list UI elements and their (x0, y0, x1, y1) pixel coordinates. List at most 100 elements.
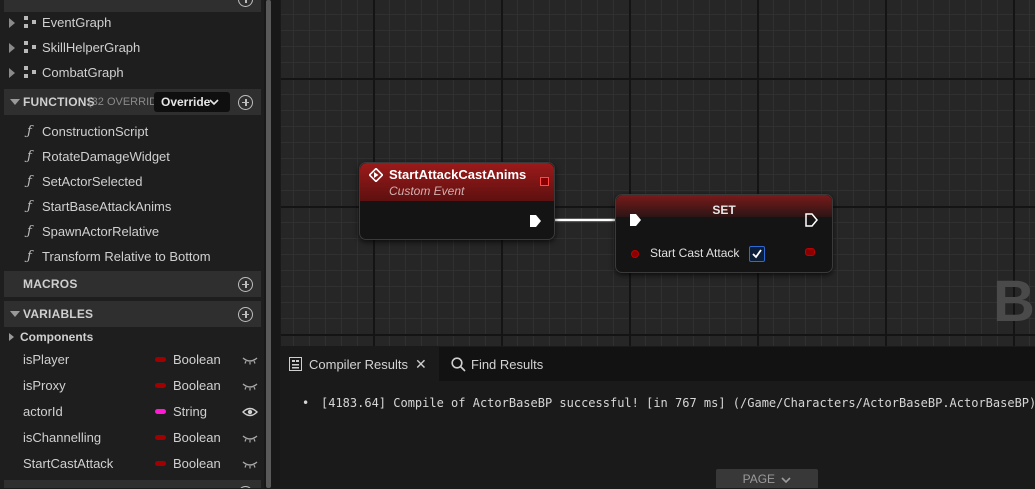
graph-item-combatgraph[interactable]: CombatGraph (0, 60, 262, 85)
macros-section-header[interactable]: MACROS (4, 271, 261, 297)
graph-icon (24, 16, 37, 29)
function-name: RotateDamageWidget (42, 149, 170, 164)
delegate-pin[interactable] (540, 177, 549, 186)
compiler-results-icon (289, 357, 302, 371)
section-label: VARIABLES (23, 307, 94, 321)
expand-arrow-icon[interactable] (9, 17, 15, 28)
chevron-down-icon (209, 99, 219, 106)
add-variable-icon[interactable] (238, 306, 253, 322)
function-item[interactable]: ƒ StartBaseAttackAnims (0, 194, 262, 219)
variable-type[interactable]: Boolean (173, 352, 221, 367)
function-name: ConstructionScript (42, 124, 149, 139)
variables-section-header[interactable]: VARIABLES (4, 301, 261, 327)
node-subtitle: Custom Event (389, 184, 465, 198)
variable-category-components[interactable]: Components (0, 325, 262, 349)
expand-arrow-icon[interactable] (9, 67, 15, 78)
variable-name: isProxy (23, 378, 66, 393)
construction-function-icon: ƒ (27, 124, 32, 139)
bullet-icon: • (302, 396, 310, 410)
eye-closed-icon[interactable] (242, 433, 258, 443)
custom-event-node[interactable]: StartAttackCastAnims Custom Event (359, 162, 555, 240)
bottom-dock: Compiler Results ✕ Find Results • [4183.… (281, 347, 1035, 488)
function-item[interactable]: ƒ SetActorSelected (0, 169, 262, 194)
start-cast-attack-checkbox[interactable] (749, 246, 765, 262)
category-label: Components (20, 330, 94, 344)
variable-type-pill-icon (155, 461, 166, 466)
override-count: (32 OVERRIDA (88, 96, 154, 108)
graph-item-skillhelpergraph[interactable]: SkillHelperGraph (0, 35, 262, 60)
function-icon: ƒ (27, 249, 32, 264)
graph-name: CombatGraph (42, 65, 124, 80)
log-text: [4183.64] Compile of ActorBaseBP success… (321, 396, 1035, 410)
set-variable-node[interactable]: SET Start Cast Attack (615, 194, 833, 273)
variable-item[interactable]: isPlayer Boolean (0, 347, 262, 372)
eye-closed-icon[interactable] (242, 381, 258, 391)
variable-type[interactable]: Boolean (173, 456, 221, 471)
collapse-arrow-icon[interactable] (10, 99, 20, 105)
function-item[interactable]: ƒ RotateDamageWidget (0, 144, 262, 169)
next-section-header[interactable] (4, 480, 261, 488)
exec-out-pin[interactable] (529, 214, 542, 228)
expand-arrow-icon[interactable] (9, 42, 15, 53)
add-macro-icon[interactable] (238, 276, 253, 292)
exec-out-pin[interactable] (805, 213, 818, 227)
eye-closed-icon[interactable] (242, 355, 258, 365)
custom-event-icon (369, 168, 383, 182)
scrollbar-thumb[interactable] (266, 0, 271, 488)
variable-name: isPlayer (23, 352, 70, 367)
tab-find-results[interactable]: Find Results (441, 347, 561, 381)
variable-item[interactable]: isProxy Boolean (0, 373, 262, 398)
variable-item[interactable]: actorId String (0, 399, 262, 424)
function-item[interactable]: ƒ SpawnActorRelative (0, 219, 262, 244)
node-title: SET (712, 203, 736, 217)
functions-section-header[interactable]: FUNCTIONS (32 OVERRIDA Override (4, 89, 261, 115)
close-icon[interactable]: ✕ (415, 356, 427, 373)
page-dropdown[interactable]: PAGE (716, 469, 818, 488)
tab-bar: Compiler Results ✕ Find Results (281, 347, 1035, 381)
variable-name: StartCastAttack (23, 456, 114, 471)
variable-item[interactable]: isChannelling Boolean (0, 425, 262, 450)
function-icon: ƒ (27, 174, 32, 189)
function-icon: ƒ (27, 199, 32, 214)
checkmark-icon (752, 249, 762, 259)
variable-type-pill-icon (155, 357, 166, 362)
function-item[interactable]: ƒ ConstructionScript (0, 119, 262, 144)
function-icon: ƒ (27, 224, 32, 239)
variable-type-pill-icon (155, 435, 166, 440)
event-graph-canvas[interactable]: BL StartAttackCastAnims Custom Event SET… (281, 0, 1035, 346)
section-label: FUNCTIONS (23, 95, 95, 109)
eye-open-icon[interactable] (242, 407, 258, 417)
tab-label: Compiler Results (309, 356, 408, 372)
expand-arrow-icon[interactable] (9, 333, 14, 341)
search-icon (451, 357, 466, 372)
function-name: Transform Relative to Bottom (42, 249, 211, 264)
graph-icon (24, 66, 37, 79)
tab-label: Find Results (471, 356, 544, 372)
add-graph-icon[interactable] (238, 0, 253, 7)
boolean-output-pin[interactable] (805, 248, 815, 256)
override-dropdown[interactable]: Override (154, 92, 230, 112)
graph-name: EventGraph (42, 15, 112, 30)
eye-closed-icon[interactable] (242, 459, 258, 469)
exec-in-pin[interactable] (629, 213, 642, 227)
variable-type[interactable]: String (173, 404, 207, 419)
variable-type[interactable]: Boolean (173, 378, 221, 393)
boolean-input-pin[interactable] (631, 250, 639, 258)
add-function-icon[interactable] (238, 94, 253, 110)
variable-item[interactable]: StartCastAttack Boolean (0, 451, 262, 476)
tab-compiler-results[interactable]: Compiler Results ✕ (281, 347, 439, 381)
pin-label: Start Cast Attack (650, 246, 740, 260)
section-label: MACROS (23, 277, 78, 291)
my-blueprint-panel: EventGraph SkillHelperGraph CombatGraph … (0, 0, 264, 488)
page-label: PAGE (742, 472, 776, 486)
variable-name: isChannelling (23, 430, 102, 445)
function-name: SpawnActorRelative (42, 224, 160, 239)
graph-item-eventgraph[interactable]: EventGraph (0, 10, 262, 35)
variable-type-pill-icon (155, 383, 166, 388)
chevron-down-icon (781, 477, 791, 483)
variable-name: actorId (23, 404, 63, 419)
collapse-arrow-icon[interactable] (10, 311, 20, 317)
function-item[interactable]: ƒ Transform Relative to Bottom (0, 244, 262, 269)
variable-type[interactable]: Boolean (173, 430, 221, 445)
override-label: Override (161, 95, 211, 109)
